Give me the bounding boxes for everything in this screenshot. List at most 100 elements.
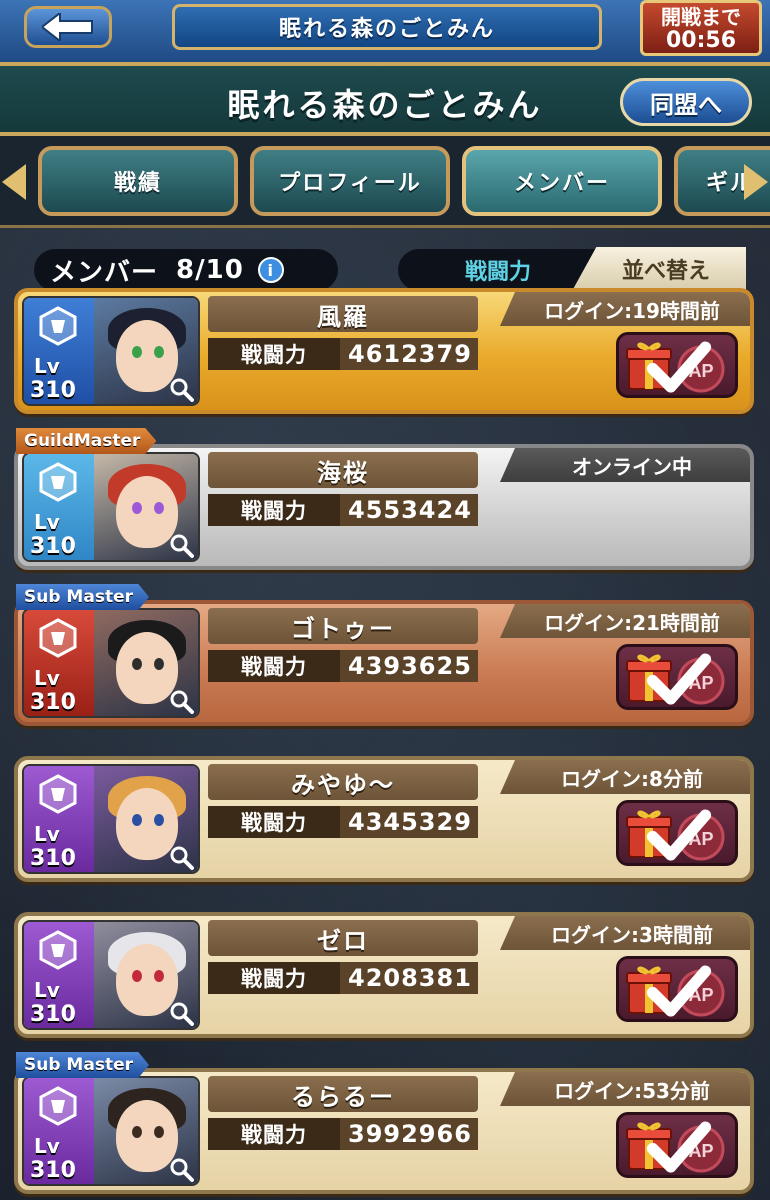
alliance-button[interactable]: 同盟へ <box>620 78 752 126</box>
tab-bar: 戦績 プロフィール メンバー ギル <box>0 136 770 228</box>
member-portrait[interactable]: Lv 310 <box>22 296 200 406</box>
member-count-value: 8/10 <box>176 255 244 285</box>
member-name: るらるー <box>208 1076 478 1112</box>
tab-profile[interactable]: プロフィール <box>250 146 450 216</box>
level-value: 310 <box>30 846 76 871</box>
power-value: 3992966 <box>340 1118 478 1150</box>
character-eye <box>132 814 142 826</box>
power-row: 戦闘力 4208381 <box>208 962 478 994</box>
power-value: 4553424 <box>340 494 478 526</box>
character-eye <box>154 970 164 982</box>
class-icon <box>39 306 77 346</box>
level-value: 310 <box>30 1002 76 1027</box>
member-name: みやゆ～ <box>208 764 478 800</box>
check-icon <box>646 809 712 861</box>
power-row: 戦闘力 4393625 <box>208 650 478 682</box>
member-portrait[interactable]: Lv 310 <box>22 920 200 1030</box>
level-label: Lv <box>34 978 60 1002</box>
info-icon[interactable]: i <box>257 257 284 283</box>
magnifier-icon[interactable] <box>168 844 194 870</box>
level-label: Lv <box>34 510 60 534</box>
sort-current-label: 戦闘力 <box>398 249 598 291</box>
back-button[interactable] <box>24 6 112 48</box>
gift-ap-button[interactable]: AP <box>616 644 738 710</box>
character-image <box>94 766 198 872</box>
sort-button[interactable]: 並べ替え <box>572 247 746 291</box>
character-eye <box>154 502 164 514</box>
power-row: 戦闘力 3992966 <box>208 1118 478 1150</box>
power-row: 戦闘力 4345329 <box>208 806 478 838</box>
class-icon <box>39 774 77 814</box>
back-arrow-icon <box>42 13 93 41</box>
timer-label: 開戦まで <box>661 5 741 29</box>
magnifier-icon[interactable] <box>168 1000 194 1026</box>
tab-records[interactable]: 戦績 <box>38 146 238 216</box>
class-icon <box>39 930 77 970</box>
character-eye <box>154 814 164 826</box>
member-portrait[interactable]: Lv 310 <box>22 608 200 718</box>
member-portrait[interactable]: Lv 310 <box>22 452 200 562</box>
gift-ap-button[interactable]: AP <box>616 1112 738 1178</box>
character-image <box>94 454 198 560</box>
class-icon <box>39 462 77 502</box>
check-icon <box>646 341 712 393</box>
timer-value: 00:56 <box>665 28 737 53</box>
magnifier-icon[interactable] <box>168 1156 194 1182</box>
level-value: 310 <box>30 1158 76 1183</box>
level-value: 310 <box>30 690 76 715</box>
role-badge: Sub Master <box>16 1052 149 1078</box>
power-row: 戦闘力 4553424 <box>208 494 478 526</box>
level-box: Lv 310 <box>24 298 94 404</box>
character-eye <box>132 970 142 982</box>
member-card[interactable]: Lv 310 るらるー 戦闘力 3992966 ログイン:53分前 AP <box>14 1068 754 1194</box>
class-icon <box>39 618 77 658</box>
top-bar: 眠れる森のごとみん 開戦まで 00:56 <box>0 0 770 65</box>
character-eye <box>154 346 164 358</box>
member-card[interactable]: Lv 310 みやゆ～ 戦闘力 4345329 ログイン:8分前 AP <box>14 756 754 882</box>
guild-header: 眠れる森のごとみん 同盟へ <box>0 62 770 136</box>
tab-scroll-right-icon[interactable] <box>744 164 768 200</box>
member-count: メンバー 8/10 i <box>34 249 338 291</box>
magnifier-icon[interactable] <box>168 376 194 402</box>
role-badge: Sub Master <box>16 584 149 610</box>
character-eye <box>132 502 142 514</box>
member-card[interactable]: Lv 310 海桜 戦闘力 4553424 オンライン中 <box>14 444 754 570</box>
power-label: 戦闘力 <box>208 962 340 994</box>
level-value: 310 <box>30 378 76 403</box>
character-eye <box>132 346 142 358</box>
character-eye <box>132 658 142 670</box>
check-icon <box>646 1121 712 1173</box>
gift-ap-button[interactable]: AP <box>616 332 738 398</box>
level-box: Lv 310 <box>24 610 94 716</box>
member-portrait[interactable]: Lv 310 <box>22 1076 200 1186</box>
member-portrait[interactable]: Lv 310 <box>22 764 200 874</box>
login-status: オンライン中 <box>500 448 750 482</box>
level-box: Lv 310 <box>24 766 94 872</box>
level-value: 310 <box>30 534 76 559</box>
magnifier-icon[interactable] <box>168 688 194 714</box>
power-value: 4612379 <box>340 338 478 370</box>
member-name: ゼロ <box>208 920 478 956</box>
power-label: 戦闘力 <box>208 494 340 526</box>
level-label: Lv <box>34 354 60 378</box>
tab-scroll-left-icon[interactable] <box>2 164 26 200</box>
power-label: 戦闘力 <box>208 1118 340 1150</box>
member-name: 風羅 <box>208 296 478 332</box>
check-icon <box>646 965 712 1017</box>
member-card[interactable]: Lv 310 ゼロ 戦闘力 4208381 ログイン:3時間前 AP <box>14 912 754 1038</box>
role-badge: GuildMaster <box>16 428 157 454</box>
level-box: Lv 310 <box>24 922 94 1028</box>
member-card[interactable]: Lv 310 ゴトゥー 戦闘力 4393625 ログイン:21時間前 AP <box>14 600 754 726</box>
tab-members[interactable]: メンバー <box>462 146 662 216</box>
gift-ap-button[interactable]: AP <box>616 800 738 866</box>
character-eye <box>132 1126 142 1138</box>
power-value: 4208381 <box>340 962 478 994</box>
power-label: 戦闘力 <box>208 806 340 838</box>
login-status: ログイン:21時間前 <box>500 604 750 638</box>
character-image <box>94 610 198 716</box>
gift-ap-button[interactable]: AP <box>616 956 738 1022</box>
login-status: ログイン:53分前 <box>500 1072 750 1106</box>
magnifier-icon[interactable] <box>168 532 194 558</box>
page-title: 眠れる森のごとみん <box>172 4 602 50</box>
member-card[interactable]: Lv 310 風羅 戦闘力 4612379 ログイン:19時間前 AP <box>14 288 754 414</box>
